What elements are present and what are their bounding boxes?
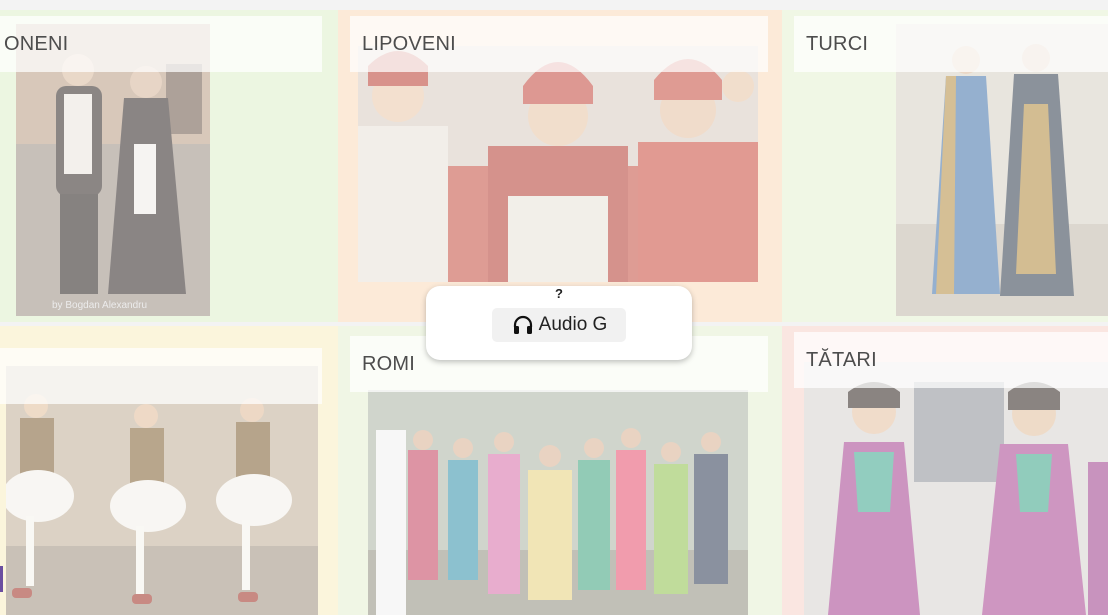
headphones-icon	[513, 315, 532, 334]
audio-popup: ? Audio G	[426, 286, 692, 360]
card-sarbi[interactable]: by Bogdan Alexandru ONENI	[0, 10, 338, 322]
card-lipoveni[interactable]: LIPOVENI	[338, 10, 782, 322]
card-lipoveni-photo	[358, 46, 758, 282]
card-lipoveni-label: LIPOVENI	[350, 16, 768, 72]
photo-credit: by Bogdan Alexandru	[52, 300, 147, 311]
card-romi-photo	[368, 390, 748, 615]
card-turci[interactable]: TURCI	[782, 10, 1108, 322]
audio-button-label: Audio G	[538, 314, 608, 335]
card-aromani-label	[0, 348, 322, 404]
card-tatari-photo	[804, 362, 1108, 615]
matching-board: by Bogdan Alexandru ONENI LIPOVENI TURCI…	[0, 0, 1108, 615]
card-tatari-label: TĂTARI	[794, 332, 1108, 388]
popup-question: ?	[555, 286, 563, 301]
card-sarbi-label: ONENI	[0, 16, 322, 72]
card-aromani[interactable]	[0, 326, 338, 615]
card-romi[interactable]: ROMI	[338, 326, 782, 615]
accent-bar	[0, 566, 3, 592]
card-tatari[interactable]: TĂTARI	[782, 326, 1108, 615]
audio-button[interactable]: Audio G	[492, 308, 626, 342]
card-turci-label: TURCI	[794, 16, 1108, 72]
